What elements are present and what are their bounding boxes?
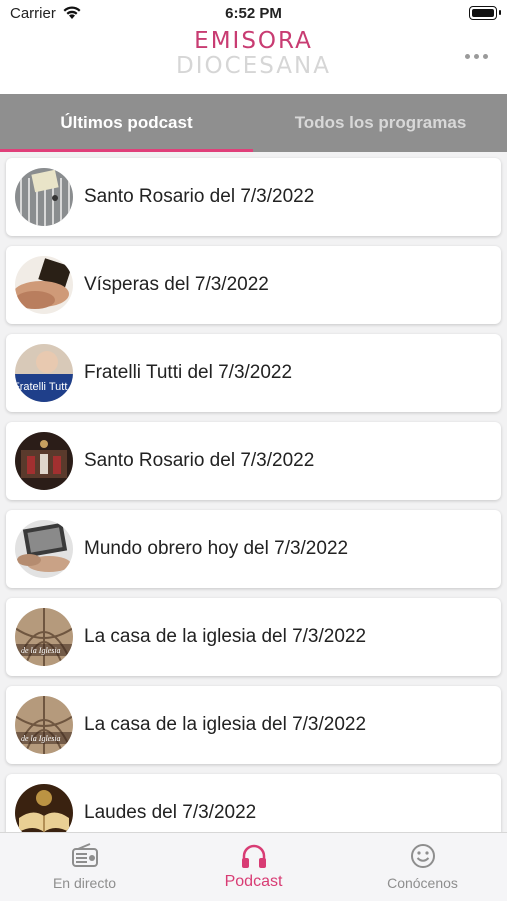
podcast-title: La casa de la iglesia del 7/3/2022 (84, 626, 367, 647)
podcast-title: Vísperas del 7/3/2022 (84, 274, 269, 295)
podcast-item[interactable]: Vísperas del 7/3/2022 (6, 246, 501, 324)
podcast-item[interactable]: Santo Rosario del 7/3/2022 (6, 158, 501, 236)
workers-thumbnail (15, 520, 73, 578)
pope-thumbnail-caption: Fratelli Tutt (15, 381, 67, 393)
prayer-hands-thumbnail (15, 256, 73, 314)
podcast-title: Laudes del 7/3/2022 (84, 802, 257, 823)
pope-thumbnail: Fratelli Tutt (15, 344, 73, 402)
rosary-thumbnail (15, 168, 73, 226)
tab-en-directo-label: En directo (52, 875, 117, 891)
podcast-title: Santo Rosario del 7/3/2022 (84, 186, 315, 207)
tab-conocenos-label: Conócenos (387, 875, 458, 891)
logo-line-2: DIOCESANA (176, 53, 331, 79)
more-dots-icon[interactable] (465, 52, 489, 62)
logo-line-1: EMISORA (194, 28, 313, 54)
podcast-item[interactable]: de la Iglesia La casa de la iglesia del … (6, 598, 501, 676)
tab-podcast[interactable]: Podcast (169, 833, 338, 901)
tab-conocenos[interactable]: Conócenos (338, 833, 507, 901)
radio-icon (72, 843, 98, 867)
podcast-item[interactable]: de la Iglesia La casa de la iglesia del … (6, 686, 501, 764)
podcast-title: Fratelli Tutti del 7/3/2022 (84, 362, 293, 383)
vaulted-ceiling-thumbnail: de la Iglesia (15, 608, 73, 666)
podcast-title: Santo Rosario del 7/3/2022 (84, 450, 315, 471)
podcast-item[interactable]: Laudes del 7/3/2022 (6, 774, 501, 832)
app-header: EMISORA DIOCESANA (0, 28, 507, 94)
tab-en-directo[interactable]: En directo (0, 833, 169, 901)
podcast-item[interactable]: Fratelli Tutt Fratelli Tutti del 7/3/202… (6, 334, 501, 412)
podcast-list[interactable]: Santo Rosario del 7/3/2022 Vísperas del … (0, 152, 507, 832)
podcast-item[interactable]: Mundo obrero hoy del 7/3/2022 (6, 510, 501, 588)
battery-icon (469, 6, 501, 20)
headphones-icon (242, 844, 266, 868)
tab-podcast-label: Podcast (224, 873, 283, 890)
status-bar: Carrier 6:52 PM (0, 0, 507, 28)
podcast-title: Mundo obrero hoy del 7/3/2022 (84, 538, 349, 559)
podcast-title: La casa de la iglesia del 7/3/2022 (84, 714, 367, 735)
smiley-icon (411, 844, 435, 868)
emisora-diocesana-logo: EMISORA DIOCESANA (0, 30, 507, 78)
vaulted-ceiling-thumbnail: de la Iglesia (15, 696, 73, 754)
clock: 6:52 PM (225, 5, 282, 22)
church-interior-thumbnail (15, 432, 73, 490)
segment-tabs: Últimos podcast Todos los programas (0, 94, 507, 152)
tab-todos-los-programas[interactable]: Todos los programas (254, 94, 507, 152)
podcast-item[interactable]: Santo Rosario del 7/3/2022 (6, 422, 501, 500)
open-bible-thumbnail (15, 784, 73, 832)
vaulted-thumbnail-caption: de la Iglesia (21, 646, 61, 655)
vaulted-thumbnail-caption: de la Iglesia (21, 734, 61, 743)
tab-ultimos-podcast[interactable]: Últimos podcast (0, 94, 253, 152)
bottom-tab-bar: En directo Podcast Conócenos (0, 832, 507, 901)
